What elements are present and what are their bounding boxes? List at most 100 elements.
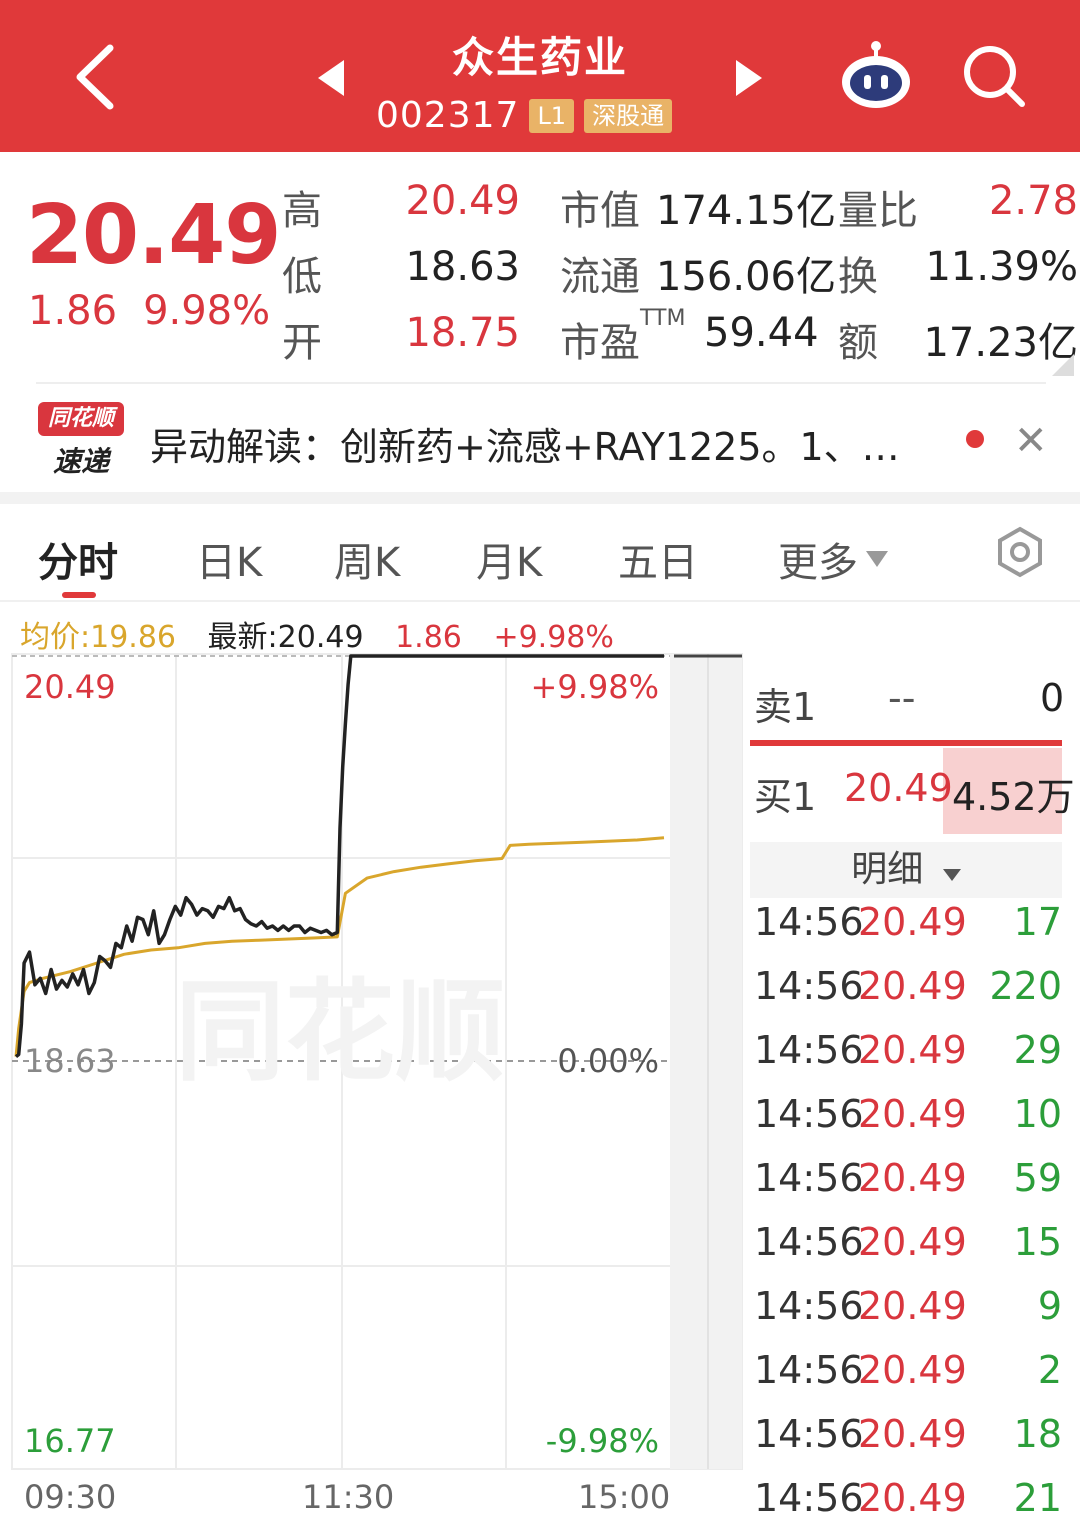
connect-badge: 深股通 [584, 98, 673, 133]
tick-time: 14:56 [754, 1476, 864, 1515]
tab-intraday[interactable]: 分时 [38, 530, 118, 588]
market-cap-label: 市值 [560, 188, 640, 234]
tab-separator [0, 600, 1080, 602]
sell1-label: 卖1 [754, 685, 817, 729]
chart-afterhours-band [670, 654, 742, 1469]
expand-corner-icon[interactable] [1052, 354, 1074, 376]
tick-row: 14:56 20.49 29 [754, 1028, 1062, 1092]
change-percent: 9.98% [143, 288, 271, 334]
dropdown-triangle-icon [866, 551, 888, 567]
news-headline[interactable]: 异动解读：创新药+流感+RAY1225。1、… [150, 416, 900, 471]
chart-watermark: 同花顺 [175, 971, 505, 1094]
tick-price: 20.49 [858, 1028, 967, 1072]
chart-top-price: 20.49 [24, 668, 116, 706]
tick-price: 20.49 [858, 1476, 967, 1515]
tick-price: 20.49 [858, 964, 967, 1008]
tick-volume: 18 [1013, 1412, 1062, 1456]
next-stock-icon[interactable] [734, 60, 762, 96]
unread-dot [966, 430, 984, 448]
tick-volume: 21 [1013, 1476, 1062, 1515]
tick-row: 14:56 20.49 21 [754, 1476, 1062, 1515]
tick-price: 20.49 [858, 1220, 967, 1264]
tick-row: 14:56 20.49 59 [754, 1156, 1062, 1220]
volume-ratio-label: 量比 [838, 188, 918, 234]
sell1-volume: 0 [1040, 676, 1065, 720]
active-tab-indicator [62, 592, 96, 598]
pe-label: 市盈TTM [560, 306, 685, 368]
close-icon[interactable]: ✕ [1014, 418, 1048, 464]
tick-row: 14:56 20.49 220 [754, 964, 1062, 1028]
tick-time: 14:56 [754, 1348, 864, 1392]
tick-row: 14:56 20.49 17 [754, 900, 1062, 964]
tick-time: 14:56 [754, 964, 864, 1008]
tick-price: 20.49 [858, 900, 967, 944]
stock-code: 002317 [376, 95, 520, 136]
tick-volume: 59 [1013, 1156, 1062, 1200]
low-label: 低 [282, 254, 322, 300]
amount-label: 额 [838, 320, 878, 366]
intraday-chart[interactable]: 同花顺 20.49 +9.98% 18.63 0.00% 16.77 -9.98… [0, 650, 745, 1515]
tab-daily-k[interactable]: 日K [196, 530, 262, 588]
search-icon[interactable] [962, 44, 1026, 108]
price-change: 1.86 9.98% [28, 288, 270, 334]
open-label: 开 [282, 320, 322, 366]
float-cap-label: 流通 [560, 254, 640, 300]
tick-volume: 220 [989, 964, 1062, 1008]
chart-bottom-price: 16.77 [24, 1422, 116, 1460]
chart-time-start: 09:30 [24, 1478, 117, 1515]
current-price: 20.49 [26, 188, 281, 283]
tab-weekly-k[interactable]: 周K [334, 530, 400, 588]
tab-monthly-k[interactable]: 月K [476, 530, 542, 588]
back-arrow-icon[interactable] [70, 42, 120, 112]
detail-dropdown-icon [942, 869, 961, 881]
pe-ttm-superscript: TTM [640, 306, 686, 331]
tick-row: 14:56 20.49 2 [754, 1348, 1062, 1412]
chart-bottom-pct: -9.98% [545, 1422, 659, 1460]
high-label: 高 [282, 188, 322, 234]
news-logo-bottom: 速递 [52, 445, 109, 478]
quote-divider [36, 382, 1046, 384]
tick-volume: 2 [1037, 1348, 1062, 1392]
high-value: 20.49 [405, 178, 520, 224]
float-cap-value: 156.06亿 [656, 254, 836, 300]
tick-price: 20.49 [858, 1412, 967, 1456]
news-logo: 同花顺 速递 [38, 402, 124, 478]
pe-value: 59.44 [704, 310, 819, 356]
tick-time: 14:56 [754, 1284, 864, 1328]
tick-volume: 9 [1037, 1284, 1062, 1328]
stock-subtitle: 002317 L1 深股通 [376, 95, 673, 136]
level-badge: L1 [529, 98, 575, 133]
detail-dropdown[interactable]: 明细 [750, 842, 1062, 898]
tick-row: 14:56 20.49 18 [754, 1412, 1062, 1476]
chart-time-end: 15:00 [578, 1478, 671, 1515]
tick-volume: 29 [1013, 1028, 1062, 1072]
buy1-volume: 4.52万 [952, 775, 1075, 819]
volume-ratio-value: 2.78 [988, 178, 1078, 224]
tick-price: 20.49 [858, 1348, 967, 1392]
low-value: 18.63 [405, 244, 520, 290]
tab-more[interactable]: 更多 [778, 530, 888, 588]
bid-ask-divider [750, 740, 1062, 746]
tick-time: 14:56 [754, 1156, 864, 1200]
sell1-price: -- [888, 676, 916, 720]
settings-hexagon-icon[interactable] [994, 526, 1046, 578]
turnover-label: 换 [838, 254, 878, 300]
news-logo-top: 同花顺 [38, 402, 124, 436]
tab-five-day[interactable]: 五日 [618, 530, 698, 588]
tick-volume: 15 [1013, 1220, 1062, 1264]
tick-row: 14:56 20.49 10 [754, 1092, 1062, 1156]
pe-label-text: 市盈 [560, 320, 640, 366]
open-value: 18.75 [405, 310, 520, 356]
tick-volume: 10 [1013, 1092, 1062, 1136]
market-cap-value: 174.15亿 [656, 188, 836, 234]
tab-more-label: 更多 [778, 540, 858, 586]
change-amount: 1.86 [28, 288, 118, 334]
tick-price: 20.49 [858, 1156, 967, 1200]
tick-time: 14:56 [754, 1028, 864, 1072]
stock-header: 众生药业 002317 L1 深股通 [0, 0, 1080, 152]
robot-assistant-icon[interactable] [838, 40, 914, 110]
section-separator [0, 492, 1080, 504]
stock-name: 众生药业 [451, 33, 628, 82]
buy1-price: 20.49 [844, 766, 953, 810]
tick-volume: 17 [1013, 900, 1062, 944]
